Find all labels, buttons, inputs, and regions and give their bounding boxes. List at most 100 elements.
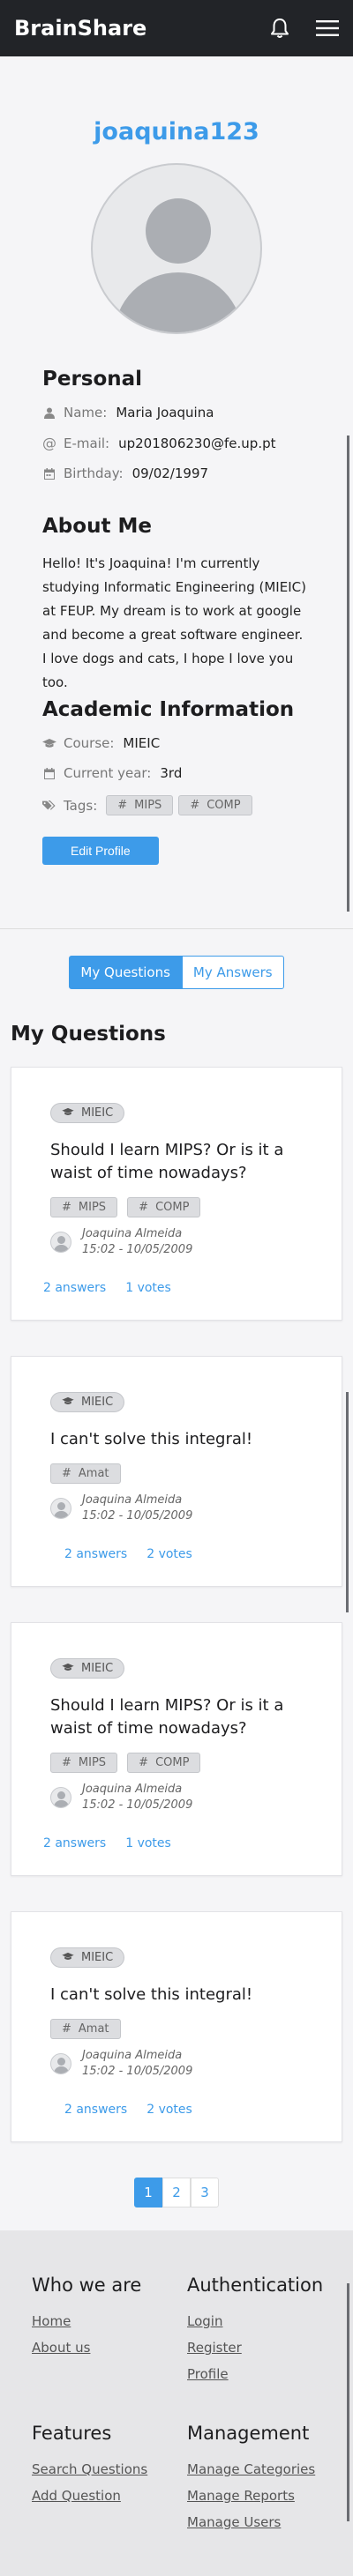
brand-logo[interactable]: BrainShare: [14, 16, 146, 41]
question-title[interactable]: I can't solve this integral!: [50, 1984, 306, 2006]
scrollbar[interactable]: [347, 2283, 349, 2521]
course-badge[interactable]: MIEIC: [50, 1103, 125, 1123]
year-value: 3rd: [160, 765, 183, 781]
hashtag-icon: #: [139, 1756, 149, 1769]
answers-count[interactable]: 2 answers: [43, 1836, 106, 1850]
question-stats: 2 answers 2 votes: [50, 1547, 306, 1561]
bell-icon[interactable]: [270, 18, 289, 39]
question-date: 15:02 - 10/05/2009: [82, 1509, 193, 1523]
footer-link-login[interactable]: Login: [187, 2313, 323, 2329]
votes-count[interactable]: 2 votes: [146, 1547, 192, 1561]
graduation-cap-icon: [42, 738, 56, 748]
email-label: E-mail:: [64, 435, 110, 451]
question-tags: # Amat: [50, 2019, 306, 2039]
question-title[interactable]: Should I learn MIPS? Or is it a waist of…: [50, 1139, 306, 1185]
name-value: Maria Joaquina: [116, 405, 214, 421]
footer-link-about[interactable]: About us: [32, 2340, 187, 2356]
answers-count[interactable]: 2 answers: [64, 2103, 127, 2117]
answers-count[interactable]: 2 answers: [64, 1547, 127, 1561]
footer: Who we are Home About us Authentication …: [0, 2230, 353, 2576]
tags-row: Tags: # MIPS # COMP: [42, 795, 311, 815]
hashtag-icon: #: [139, 1201, 149, 1214]
footer-link-search[interactable]: Search Questions: [32, 2461, 187, 2477]
footer-who-we-are: Who we are Home About us: [32, 2274, 187, 2393]
at-icon: @: [42, 435, 56, 451]
navbar: BrainShare: [0, 0, 353, 56]
votes-count[interactable]: 1 votes: [125, 1836, 171, 1850]
page-link-1[interactable]: 1: [134, 2178, 162, 2207]
tag-chip[interactable]: # COMP: [127, 1197, 201, 1217]
footer-features: Features Search Questions Add Question: [32, 2423, 187, 2541]
answers-count[interactable]: 2 answers: [43, 1281, 106, 1295]
question-stats: 2 answers 1 votes: [43, 1836, 306, 1850]
birthday-row: Birthday: 09/02/1997: [42, 465, 311, 481]
tag-chip[interactable]: # MIPS: [106, 795, 174, 815]
question-card[interactable]: MIEIC I can't solve this integral! # Amat…: [11, 1356, 349, 1612]
about-text: Hello! It's Joaquina! I'm currently stud…: [42, 555, 306, 690]
year-row: Current year: 3rd: [42, 765, 311, 781]
question-title[interactable]: Should I learn MIPS? Or is it a waist of…: [50, 1694, 306, 1740]
graduation-cap-icon: [62, 1396, 74, 1409]
author-name[interactable]: Joaquina Almeida: [82, 1226, 192, 1242]
question-card[interactable]: MIEIC Should I learn MIPS? Or is it a wa…: [11, 1067, 342, 1321]
scrollbar[interactable]: [347, 436, 349, 912]
calendar-icon: [42, 767, 56, 779]
tag-chip[interactable]: # COMP: [127, 1753, 201, 1773]
votes-count[interactable]: 1 votes: [125, 1281, 171, 1295]
footer-link-register[interactable]: Register: [187, 2340, 323, 2356]
footer-link-add-question[interactable]: Add Question: [32, 2488, 187, 2504]
footer-link-users[interactable]: Manage Users: [187, 2514, 323, 2530]
question-stats: 2 answers 1 votes: [43, 1281, 306, 1295]
personal-heading: Personal: [42, 368, 143, 391]
academic-heading: Academic Information: [42, 698, 295, 721]
tag-chip[interactable]: # COMP: [178, 795, 252, 815]
question-answer-tabs: My Questions My Answers: [0, 956, 353, 989]
tag-chip[interactable]: # Amat: [50, 2019, 121, 2039]
footer-management: Management Manage Categories Manage Repo…: [187, 2423, 323, 2541]
email-value: up201806230@fe.up.pt: [118, 435, 276, 451]
question-card[interactable]: MIEIC Should I learn MIPS? Or is it a wa…: [11, 1622, 342, 1876]
tags-icon: [42, 800, 56, 811]
author-name[interactable]: Joaquina Almeida: [82, 2048, 192, 2064]
tab-my-questions[interactable]: My Questions: [69, 956, 182, 989]
page-link-2[interactable]: 2: [162, 2178, 191, 2207]
author-name[interactable]: Joaquina Almeida: [82, 1782, 192, 1798]
tag-chip[interactable]: # Amat: [50, 1463, 121, 1484]
tag-chip[interactable]: # MIPS: [50, 1197, 118, 1217]
tab-my-answers[interactable]: My Answers: [181, 956, 284, 989]
page-link-3[interactable]: 3: [191, 2178, 219, 2207]
profile-username: joaquina123: [94, 118, 259, 145]
footer-heading: Who we are: [32, 2274, 142, 2296]
author-name[interactable]: Joaquina Almeida: [82, 1493, 192, 1508]
question-title[interactable]: I can't solve this integral!: [50, 1428, 306, 1451]
name-label: Name:: [64, 405, 108, 421]
course-value: MIEIC: [123, 735, 161, 751]
footer-link-home[interactable]: Home: [32, 2313, 187, 2329]
profile-avatar: [91, 163, 262, 334]
tag-chip[interactable]: # MIPS: [50, 1753, 118, 1773]
footer-link-profile[interactable]: Profile: [187, 2366, 323, 2382]
year-label: Current year:: [64, 765, 152, 781]
edit-profile-button[interactable]: Edit Profile: [42, 837, 159, 865]
avatar: [50, 2053, 71, 2074]
avatar: [50, 1787, 71, 1808]
votes-count[interactable]: 2 votes: [146, 2103, 192, 2117]
profile-section: joaquina123 Personal Name: Maria Joaquin…: [0, 56, 353, 929]
tags-label: Tags:: [64, 797, 98, 814]
hashtag-icon: #: [62, 1756, 71, 1769]
question-date: 15:02 - 10/05/2009: [82, 2065, 193, 2078]
course-badge[interactable]: MIEIC: [50, 1392, 125, 1412]
course-label: Course:: [64, 735, 115, 751]
question-author: Joaquina Almeida 15:02 - 10/05/2009: [50, 2048, 306, 2080]
course-badge[interactable]: MIEIC: [50, 1658, 125, 1679]
footer-link-categories[interactable]: Manage Categories: [187, 2461, 323, 2477]
scrollbar[interactable]: [346, 1392, 349, 1612]
question-stats: 2 answers 2 votes: [50, 2103, 306, 2117]
question-card[interactable]: MIEIC I can't solve this integral! # Amat…: [11, 1911, 342, 2142]
course-badge[interactable]: MIEIC: [50, 1947, 125, 1968]
footer-link-reports[interactable]: Manage Reports: [187, 2488, 323, 2504]
about-heading: About Me: [42, 515, 152, 538]
question-author: Joaquina Almeida 15:02 - 10/05/2009: [50, 1226, 306, 1258]
hamburger-menu-icon[interactable]: [316, 19, 339, 37]
user-icon: [42, 407, 56, 419]
